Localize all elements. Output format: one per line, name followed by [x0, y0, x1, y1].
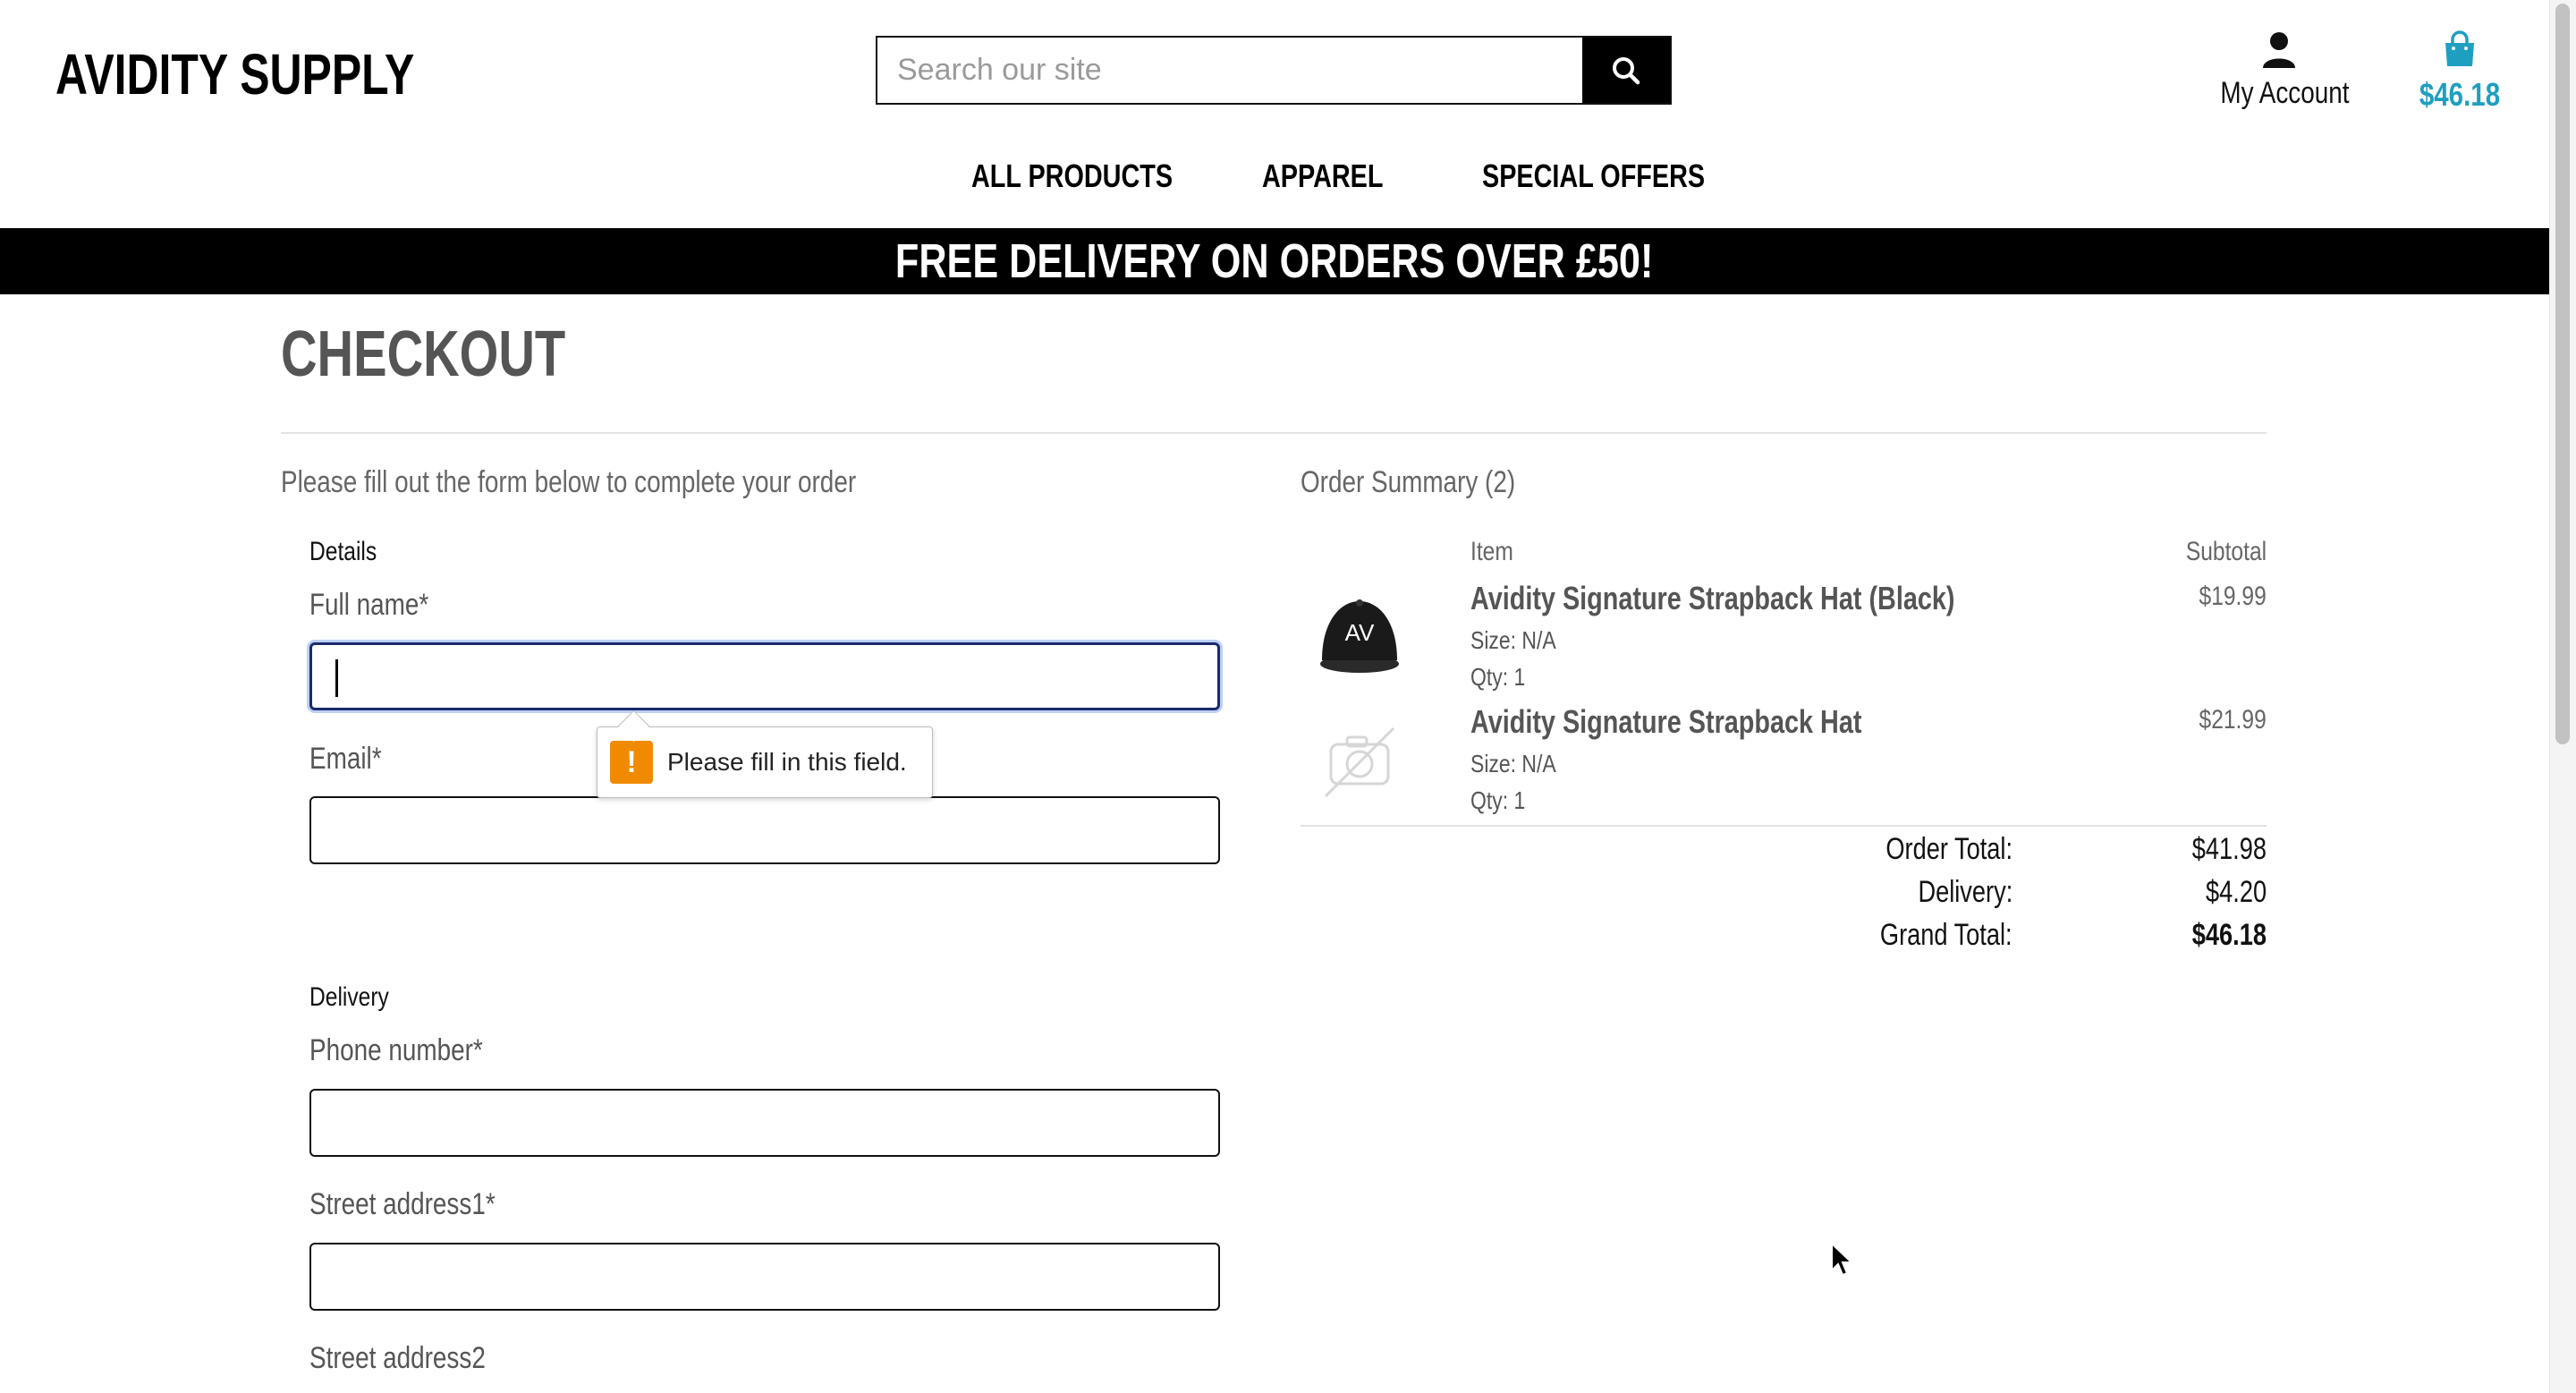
- delivery-heading: Delivery: [309, 982, 389, 1012]
- validation-tooltip: ! Please fill in this field.: [597, 726, 933, 798]
- nav-all-products[interactable]: ALL PRODUCTS: [971, 157, 1173, 195]
- promo-banner-text: FREE DELIVERY ON ORDERS OVER £50!: [895, 234, 1654, 288]
- delivery-label: Delivery:: [1918, 875, 2012, 909]
- item-size: Size: N/A: [1470, 626, 1556, 654]
- item-name[interactable]: Avidity Signature Strapback Hat: [1470, 703, 1861, 741]
- nav-special-offers[interactable]: SPECIAL OFFERS: [1482, 157, 1705, 195]
- main-nav: ALL PRODUCTS APPAREL SPECIAL OFFERS: [0, 157, 2549, 199]
- promo-banner: FREE DELIVERY ON ORDERS OVER £50!: [0, 228, 2549, 294]
- warning-icon: !: [610, 741, 653, 784]
- mouse-pointer-icon: [1831, 1242, 1853, 1277]
- checkout-intro: Please fill out the form below to comple…: [281, 465, 857, 499]
- full-name-input[interactable]: [309, 642, 1220, 710]
- search-bar: [876, 36, 1672, 105]
- item-price: $19.99: [2199, 582, 2267, 611]
- street-address2-label: Street address2: [309, 1341, 486, 1375]
- nav-apparel[interactable]: APPAREL: [1262, 157, 1383, 195]
- text-caret: [335, 659, 338, 697]
- search-button[interactable]: [1582, 38, 1670, 103]
- order-summary-title: Order Summary (2): [1301, 465, 1516, 499]
- item-qty: Qty: 1: [1470, 786, 1526, 814]
- order-total-value: $41.98: [2191, 832, 2267, 866]
- grand-total-value: $46.18: [2191, 918, 2267, 952]
- scrollbar-thumb[interactable]: [2555, 4, 2570, 744]
- phone-label: Phone number*: [309, 1033, 483, 1067]
- phone-input[interactable]: [309, 1089, 1220, 1157]
- account-label: My Account: [2220, 76, 2350, 110]
- page-title: CHECKOUT: [281, 319, 566, 390]
- grand-total-label: Grand Total:: [1880, 918, 2012, 952]
- column-header-item: Item: [1470, 537, 1513, 566]
- divider: [281, 432, 2267, 434]
- cap-logo-text: AV: [1345, 619, 1375, 646]
- shopping-bag-icon: [2445, 30, 2474, 66]
- column-header-subtotal: Subtotal: [2185, 537, 2267, 566]
- black-cap-image: AV: [1320, 599, 1399, 673]
- street-address1-label: Street address1*: [309, 1187, 496, 1221]
- validation-message: Please fill in this field.: [667, 748, 907, 776]
- cart-total: $46.18: [2419, 76, 2501, 113]
- delivery-value: $4.20: [2205, 875, 2267, 909]
- email-label: Email*: [309, 742, 382, 776]
- item-name[interactable]: Avidity Signature Strapback Hat (Black): [1470, 580, 1954, 617]
- cart-link[interactable]: $46.18: [2406, 30, 2513, 114]
- search-icon: [1613, 56, 1640, 84]
- summary-divider: [1301, 825, 2267, 827]
- my-account-link[interactable]: My Account: [2207, 30, 2351, 111]
- item-size: Size: N/A: [1470, 750, 1556, 777]
- order-total-label: Order Total:: [1885, 832, 2012, 866]
- item-price: $21.99: [2199, 705, 2267, 735]
- details-heading: Details: [309, 537, 377, 566]
- email-input[interactable]: [309, 796, 1220, 864]
- street-address1-input[interactable]: [309, 1243, 1220, 1311]
- item-qty: Qty: 1: [1470, 663, 1526, 691]
- user-icon: [2263, 32, 2295, 68]
- no-image-camera-icon: [1324, 726, 1395, 798]
- site-logo[interactable]: AVIDITY SUPPLY: [55, 34, 414, 115]
- full-name-label: Full name*: [309, 588, 429, 622]
- search-input[interactable]: [877, 38, 1582, 103]
